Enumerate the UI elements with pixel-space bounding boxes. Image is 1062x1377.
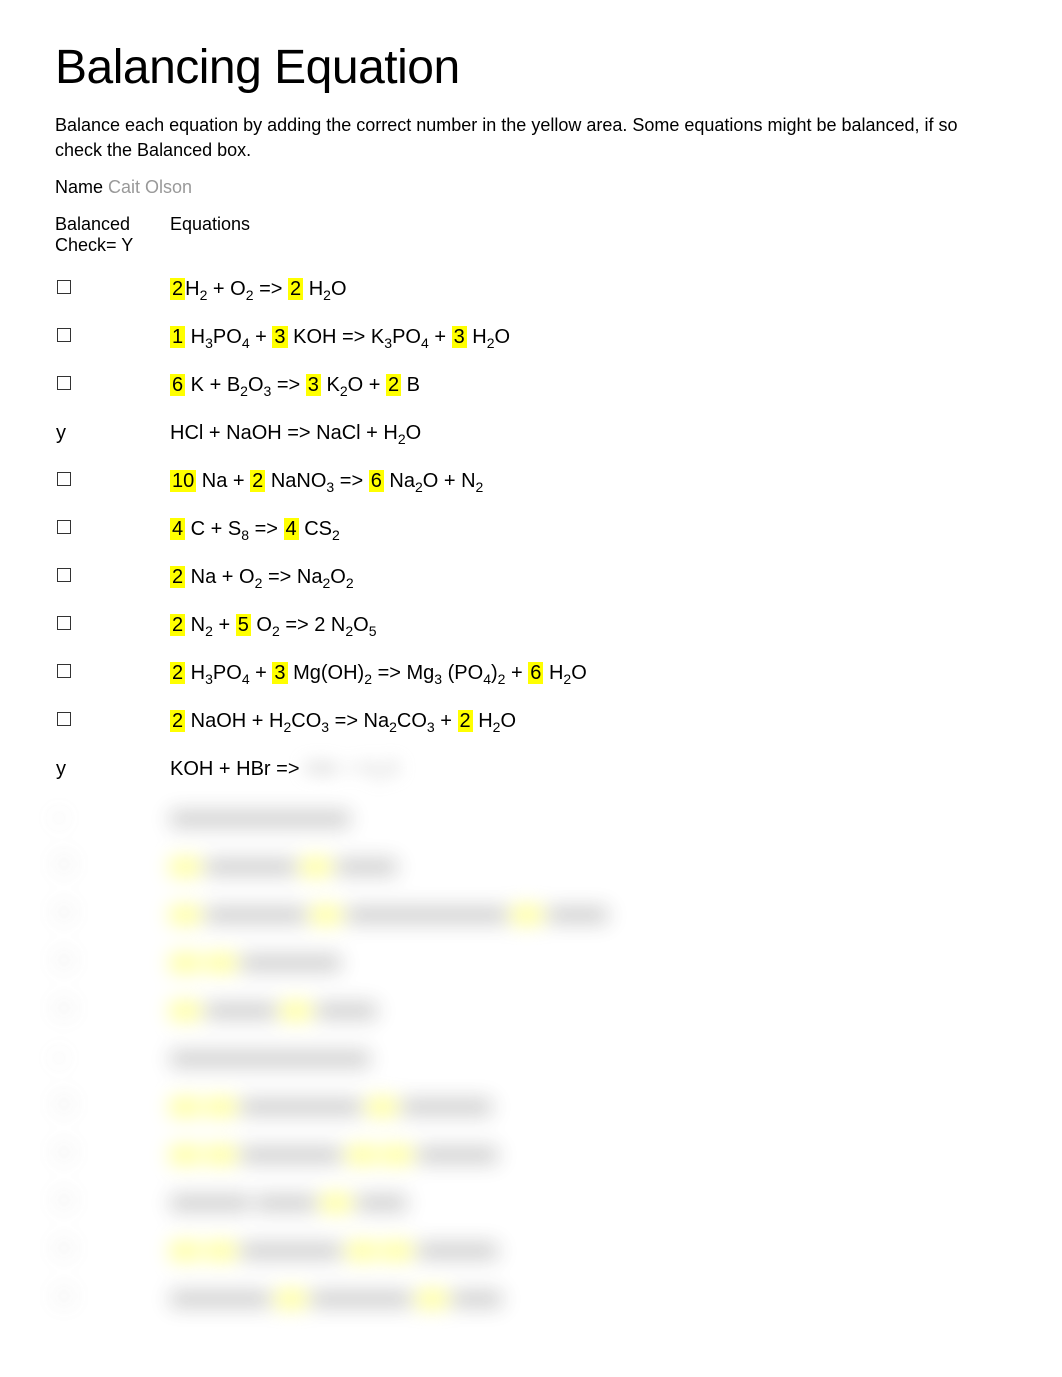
blurred-row xyxy=(55,842,1007,890)
balanced-check-cell[interactable] xyxy=(55,698,170,746)
checkbox-icon[interactable] xyxy=(57,520,71,534)
balanced-check-cell[interactable] xyxy=(55,266,170,314)
coefficient-input[interactable]: 2 xyxy=(250,470,265,492)
instructions-text: Balance each equation by adding the corr… xyxy=(55,113,1007,163)
equation-row: 1 H3PO4 + 3 KOH => K3PO4 + 3 H2O xyxy=(55,314,1007,362)
checkbox-icon[interactable] xyxy=(57,328,71,342)
equation-cell: 1 H3PO4 + 3 KOH => K3PO4 + 3 H2O xyxy=(170,314,1007,362)
balanced-check-cell[interactable] xyxy=(55,602,170,650)
equations-table: Balanced Check= Y Equations 2H2 + O2 => … xyxy=(55,214,1007,1322)
equation-cell: KOH + HBr => KBr + H2O xyxy=(170,746,1007,794)
blurred-row xyxy=(55,1082,1007,1130)
coefficient-input[interactable]: 3 xyxy=(272,326,287,348)
equation-cell: 4 C + S8 => 4 CS2 xyxy=(170,506,1007,554)
blurred-row: ● xyxy=(55,1034,1007,1082)
balanced-check-cell[interactable] xyxy=(55,362,170,410)
checkbox-icon[interactable] xyxy=(57,568,71,582)
checkbox-icon[interactable] xyxy=(57,376,71,390)
coefficient-input[interactable]: 5 xyxy=(236,614,251,636)
coefficient-input[interactable]: 3 xyxy=(306,374,321,396)
blurred-row xyxy=(55,1178,1007,1226)
balanced-check-cell[interactable] xyxy=(55,314,170,362)
blurred-row: ● xyxy=(55,794,1007,842)
equation-cell: 6 K + B2O3 => 3 K2O + 2 B xyxy=(170,362,1007,410)
coefficient-input[interactable]: 10 xyxy=(170,470,196,492)
equation-row: y HCl + NaOH => NaCl + H2O xyxy=(55,410,1007,458)
equation-cell: 2 NaOH + H2CO3 => Na2CO3 + 2 H2O xyxy=(170,698,1007,746)
equation-row: y KOH + HBr => KBr + H2O xyxy=(55,746,1007,794)
coefficient-input[interactable]: 2 xyxy=(288,278,303,300)
equation-cell: 2 H3PO4 + 3 Mg(OH)2 => Mg3 (PO4)2 + 6 H2… xyxy=(170,650,1007,698)
equation-row: 2 H3PO4 + 3 Mg(OH)2 => Mg3 (PO4)2 + 6 H2… xyxy=(55,650,1007,698)
blurred-row xyxy=(55,1274,1007,1322)
checkbox-icon[interactable] xyxy=(57,280,71,294)
name-row: Name Cait Olson xyxy=(55,177,1007,198)
balanced-check-cell[interactable]: y xyxy=(55,410,170,458)
coefficient-input[interactable]: 2 xyxy=(170,566,185,588)
equation-cell: 2H2 + O2 => 2 H2O xyxy=(170,266,1007,314)
coefficient-input[interactable]: 2 xyxy=(170,278,185,300)
coefficient-input[interactable]: 6 xyxy=(528,662,543,684)
equation-row: 2 N2 + 5 O2 => 2 N2O5 xyxy=(55,602,1007,650)
balanced-check-cell[interactable] xyxy=(55,650,170,698)
equation-row: 6 K + B2O3 => 3 K2O + 2 B xyxy=(55,362,1007,410)
checkbox-icon[interactable] xyxy=(57,664,71,678)
coefficient-input[interactable]: 4 xyxy=(284,518,299,540)
name-label: Name xyxy=(55,177,103,197)
balanced-check-cell[interactable] xyxy=(55,554,170,602)
blurred-row xyxy=(55,1130,1007,1178)
coefficient-input[interactable]: 6 xyxy=(369,470,384,492)
equation-cell: 2 Na + O2 => Na2O2 xyxy=(170,554,1007,602)
header-balanced: Balanced Check= Y xyxy=(55,214,170,266)
equation-row: 4 C + S8 => 4 CS2 xyxy=(55,506,1007,554)
equation-cell: 2 N2 + 5 O2 => 2 N2O5 xyxy=(170,602,1007,650)
coefficient-input[interactable]: 2 xyxy=(386,374,401,396)
checkbox-icon[interactable] xyxy=(57,472,71,486)
equation-row: 2 Na + O2 => Na2O2 xyxy=(55,554,1007,602)
coefficient-input[interactable]: 2 xyxy=(170,614,185,636)
balanced-y-mark: y xyxy=(55,758,66,780)
coefficient-input[interactable]: 2 xyxy=(458,710,473,732)
header-equations: Equations xyxy=(170,214,1007,266)
equation-row: 2 NaOH + H2CO3 => Na2CO3 + 2 H2O xyxy=(55,698,1007,746)
coefficient-input[interactable]: 1 xyxy=(170,326,185,348)
balanced-check-cell[interactable] xyxy=(55,458,170,506)
equation-row: 2H2 + O2 => 2 H2O xyxy=(55,266,1007,314)
coefficient-input[interactable]: 2 xyxy=(170,662,185,684)
coefficient-input[interactable]: 2 xyxy=(170,710,185,732)
equation-row: 10 Na + 2 NaNO3 => 6 Na2O + N2 xyxy=(55,458,1007,506)
checkbox-icon[interactable] xyxy=(57,616,71,630)
coefficient-input[interactable]: 6 xyxy=(170,374,185,396)
balanced-check-cell[interactable]: y xyxy=(55,746,170,794)
blurred-content: KBr + H2O xyxy=(305,754,399,786)
equation-cell: 10 Na + 2 NaNO3 => 6 Na2O + N2 xyxy=(170,458,1007,506)
name-value[interactable]: Cait Olson xyxy=(108,177,192,197)
coefficient-input[interactable]: 3 xyxy=(452,326,467,348)
checkbox-icon[interactable] xyxy=(57,712,71,726)
coefficient-input[interactable]: 3 xyxy=(272,662,287,684)
equation-cell: HCl + NaOH => NaCl + H2O xyxy=(170,410,1007,458)
blurred-row xyxy=(55,890,1007,938)
coefficient-input[interactable]: 4 xyxy=(170,518,185,540)
blurred-row xyxy=(55,1226,1007,1274)
blurred-row xyxy=(55,938,1007,986)
balanced-y-mark: y xyxy=(55,422,66,444)
balanced-check-cell[interactable] xyxy=(55,506,170,554)
page-title: Balancing Equation xyxy=(55,40,1007,95)
blurred-row xyxy=(55,986,1007,1034)
